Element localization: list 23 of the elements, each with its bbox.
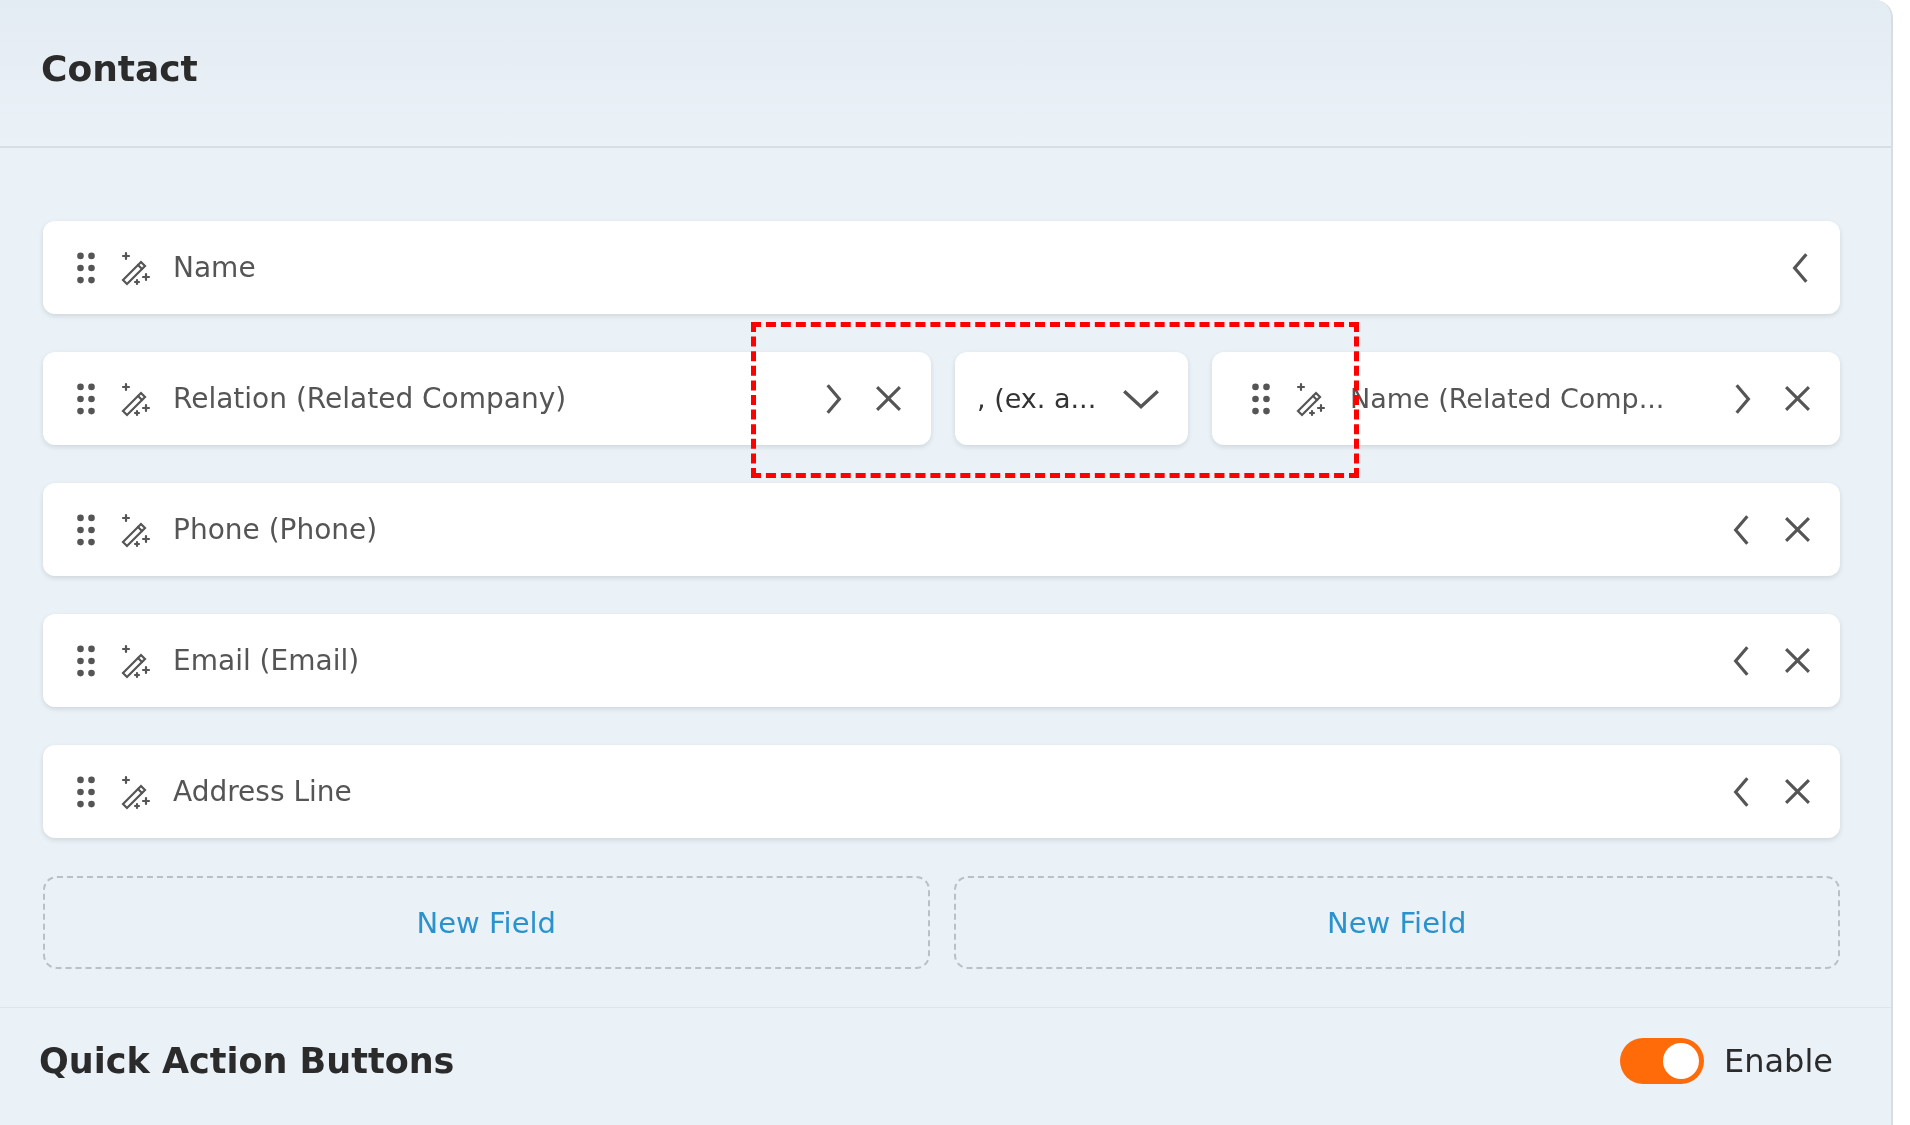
close-icon[interactable] [1783, 777, 1812, 806]
enable-toggle[interactable] [1620, 1038, 1704, 1084]
close-icon[interactable] [1783, 646, 1812, 675]
field-label: Name [173, 251, 256, 284]
field-row[interactable]: Phone (Phone) [43, 483, 1840, 576]
field-row[interactable]: Address Line [43, 745, 1840, 838]
close-icon[interactable] [874, 384, 903, 413]
section-title: Contact [41, 48, 198, 89]
field-label: Relation (Related Company) [173, 382, 567, 415]
field-row[interactable]: Relation (Related Company) [43, 352, 931, 445]
separator-dropdown[interactable]: , (ex. a... [955, 352, 1188, 445]
field-label: Phone (Phone) [173, 513, 378, 546]
section-title: Quick Action Buttons [39, 1041, 455, 1081]
field-row[interactable]: Email (Email) [43, 614, 1840, 707]
field-row[interactable]: Name [43, 221, 1840, 314]
close-icon[interactable] [1783, 515, 1812, 544]
field-label: Name (Related Comp... [1350, 383, 1665, 414]
toggle-label: Enable [1724, 1042, 1833, 1080]
field-row[interactable]: Name (Related Comp... [1212, 352, 1840, 445]
close-icon[interactable] [1783, 384, 1812, 413]
field-label: Address Line [173, 775, 352, 808]
field-label: Email (Email) [173, 644, 360, 677]
separator-value: , (ex. a... [977, 383, 1097, 414]
